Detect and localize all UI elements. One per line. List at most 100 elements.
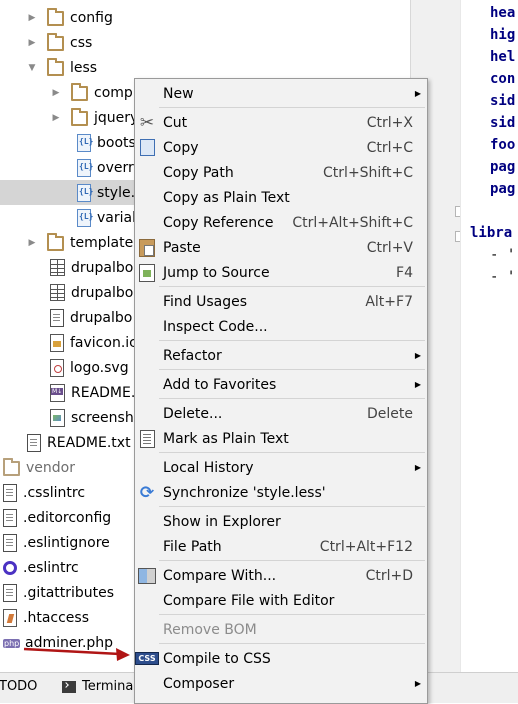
expand-arrow-icon[interactable]: ▶ [27, 38, 37, 48]
menu-item-compile-to-css[interactable]: CSS Compile to CSS [135, 646, 427, 671]
code-line: sid [490, 115, 516, 131]
menu-item-synchronize[interactable]: ⟳ Synchronize 'style.less' [135, 480, 427, 505]
markdown-file-icon: M↓ [50, 383, 65, 402]
menu-item-find-usages[interactable]: Find Usages Alt+F7 [135, 289, 427, 314]
menu-item-copy-reference[interactable]: Copy Reference Ctrl+Alt+Shift+C [135, 210, 427, 235]
menu-separator [159, 643, 425, 644]
code-line: pag [490, 181, 516, 197]
tree-item-label: .gitattributes [23, 584, 115, 601]
menu-item-add-to-favorites[interactable]: Add to Favorites ▶ [135, 372, 427, 397]
menu-separator [159, 340, 425, 341]
terminal-icon [62, 680, 76, 693]
menu-separator [159, 107, 425, 108]
expand-arrow-icon[interactable]: ▶ [27, 13, 37, 23]
menu-item-delete[interactable]: Delete... Delete [135, 401, 427, 426]
menu-item-shortcut: F4 [396, 264, 413, 281]
htaccess-icon [3, 608, 17, 627]
menu-item-shortcut: Ctrl+V [366, 239, 413, 256]
tree-item-label: config [70, 9, 113, 26]
less-file-icon: {L} [77, 208, 93, 227]
menu-item-composer[interactable]: Composer ▶ [135, 671, 427, 696]
menu-item-cut[interactable]: ✂ Cut Ctrl+X [135, 110, 427, 135]
menu-item-inspect-code[interactable]: Inspect Code... [135, 314, 427, 339]
menu-item-shortcut: Alt+F7 [365, 293, 413, 310]
js-file-icon [50, 333, 64, 352]
menu-separator [159, 452, 425, 453]
tree-item-label: screensho [71, 409, 143, 426]
menu-item-label: Compare With... [163, 567, 277, 584]
menu-item-label: Show in Explorer [163, 513, 281, 530]
menu-item-shortcut: Ctrl+Alt+Shift+C [292, 214, 413, 231]
text-file-icon [3, 483, 17, 502]
tree-item-config[interactable]: ▶ config [0, 5, 410, 30]
code-line: - ' [490, 269, 516, 285]
menu-separator [159, 369, 425, 370]
menu-item-compare-with[interactable]: Compare With... Ctrl+D [135, 563, 427, 588]
menu-separator [159, 560, 425, 561]
expand-arrow-icon[interactable]: ▶ [51, 88, 61, 98]
menu-item-copy-path[interactable]: Copy Path Ctrl+Shift+C [135, 160, 427, 185]
menu-item-show-in-explorer[interactable]: Show in Explorer [135, 509, 427, 534]
tree-item-label: .htaccess [23, 609, 89, 626]
menu-item-label: Refactor [163, 347, 222, 364]
terminal-tab[interactable]: Terminal [62, 679, 137, 694]
menu-item-local-history[interactable]: Local History ▶ [135, 455, 427, 480]
text-file-icon [3, 533, 17, 552]
code-line: con [490, 71, 516, 87]
plain-text-icon [137, 429, 157, 449]
tree-item-label: drupalbo [71, 259, 134, 276]
menu-item-label: Mark as Plain Text [163, 430, 289, 447]
code-line: hig [490, 27, 516, 43]
menu-separator [159, 614, 425, 615]
tree-item-label: drupalbo [71, 284, 134, 301]
menu-item-label: Delete... [163, 405, 223, 422]
menu-item-label: Remove BOM [163, 621, 257, 638]
tree-item-css[interactable]: ▶ css [0, 30, 410, 55]
eslint-icon [3, 561, 17, 575]
scissors-icon: ✂ [139, 112, 155, 133]
menu-item-new[interactable]: New ▶ [135, 81, 427, 106]
table-file-icon [50, 259, 65, 276]
code-line: hea [490, 5, 516, 21]
code-line: hel [490, 49, 516, 65]
menu-item-copy-as-plain-text[interactable]: Copy as Plain Text [135, 185, 427, 210]
folder-icon [47, 58, 64, 76]
tree-item-label: less [70, 59, 98, 76]
todo-tab[interactable]: TODO [0, 679, 37, 694]
menu-item-file-path[interactable]: File Path Ctrl+Alt+F12 [135, 534, 427, 559]
menu-item-compare-file-with-editor[interactable]: Compare File with Editor [135, 588, 427, 613]
collapse-arrow-icon[interactable]: ▼ [27, 63, 37, 73]
menu-item-refactor[interactable]: Refactor ▶ [135, 343, 427, 368]
menu-item-label: Cut [163, 114, 188, 131]
menu-item-mark-as-plain-text[interactable]: Mark as Plain Text [135, 426, 427, 451]
code-editor[interactable]: hea hig hel con sid sid foo pag pag libr… [460, 0, 518, 672]
php-file-icon: php [3, 638, 21, 648]
tree-item-label: README. [71, 384, 136, 401]
tree-item-label: .editorconfig [23, 509, 112, 526]
tree-item-label: css [70, 34, 93, 51]
code-line: foo [490, 137, 516, 153]
tree-item-label: favicon.ic [70, 334, 137, 351]
svg-file-icon [50, 358, 64, 377]
tree-item-label: README.txt [47, 434, 131, 451]
submenu-arrow-icon: ▶ [414, 679, 421, 688]
code-line: - ' [490, 247, 516, 263]
menu-item-paste[interactable]: Paste Ctrl+V [135, 235, 427, 260]
todo-tab-label: TODO [0, 679, 38, 694]
tree-item-less[interactable]: ▼ less [0, 55, 410, 80]
menu-item-label: New [163, 85, 194, 102]
expand-arrow-icon[interactable]: ▶ [51, 113, 61, 123]
submenu-arrow-icon: ▶ [414, 89, 421, 98]
css-icon: CSS [135, 649, 159, 669]
expand-arrow-icon[interactable]: ▶ [27, 238, 37, 248]
menu-item-label: Paste [163, 239, 201, 256]
menu-item-copy[interactable]: Copy Ctrl+C [135, 135, 427, 160]
code-line: pag [490, 159, 516, 175]
menu-item-label: Find Usages [163, 293, 248, 310]
tree-item-label: logo.svg [70, 359, 129, 376]
menu-item-jump-to-source[interactable]: Jump to Source F4 [135, 260, 427, 285]
menu-item-shortcut: Ctrl+Shift+C [323, 164, 413, 181]
synchronize-icon: ⟳ [139, 482, 155, 503]
text-file-icon [50, 308, 64, 327]
less-file-icon: {L} [77, 158, 93, 177]
